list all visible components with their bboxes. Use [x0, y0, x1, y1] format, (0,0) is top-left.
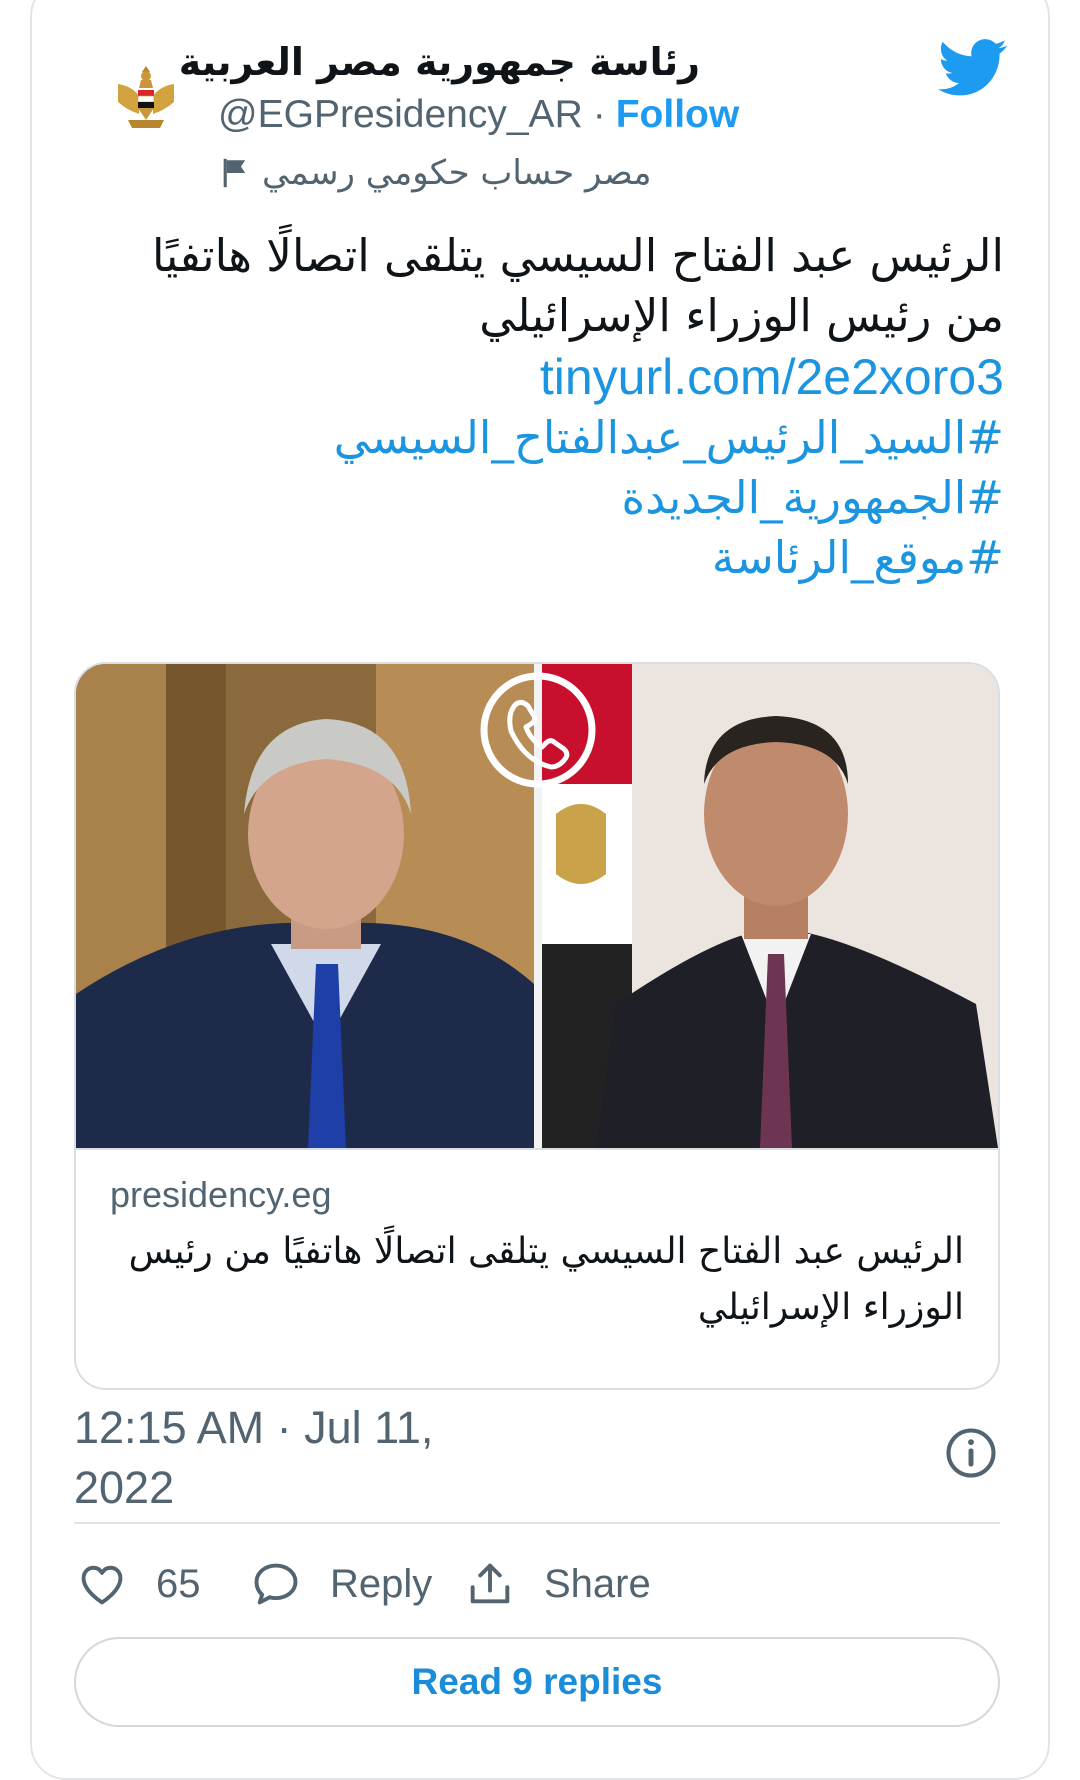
- share-button[interactable]: Share: [464, 1552, 651, 1616]
- timestamp-line: 2022: [74, 1462, 175, 1513]
- flag-icon: [223, 158, 246, 188]
- info-icon[interactable]: [944, 1426, 998, 1480]
- user-handle[interactable]: @EGPresidency_AR: [218, 93, 583, 137]
- link-card-title-line: الوزراء الإسرائيلي: [697, 1287, 964, 1328]
- display-name-row: رئاسة جمهورية مصر العربية: [179, 34, 700, 90]
- link-card-title-line: الرئيس عبد الفتاح السيسي يتلقى اتصالًا ه…: [128, 1231, 964, 1272]
- share-label: Share: [544, 1561, 651, 1606]
- hashtag-link[interactable]: #موقع_الرئاسة: [84, 528, 1004, 588]
- hashtag-link[interactable]: #السيد_الرئيس_عبدالفتاح_السيسي: [84, 408, 1004, 468]
- reply-button[interactable]: Reply: [250, 1552, 432, 1616]
- link-preview-card[interactable]: presidency.eg الرئيس عبد الفتاح السيسي ي…: [74, 662, 1000, 1390]
- government-account-label: مصر حساب حكومي رسمي: [262, 153, 652, 193]
- divider: [74, 1522, 1000, 1524]
- twitter-bird-icon[interactable]: [938, 38, 1008, 98]
- tweet-body: الرئيس عبد الفتاح السيسي يتلقى اتصالًا ه…: [84, 226, 1004, 588]
- tweet-text-line: الرئيس عبد الفتاح السيسي يتلقى اتصالًا ه…: [151, 229, 1004, 282]
- share-upload-icon: [470, 1563, 510, 1604]
- heart-icon: [81, 1565, 123, 1605]
- reply-bubble-icon: [254, 1563, 298, 1605]
- read-replies-button[interactable]: Read 9 replies: [74, 1637, 1000, 1727]
- timestamp-line: 12:15 AM · Jul 11,: [74, 1402, 434, 1453]
- link-card-domain: presidency.eg: [110, 1174, 332, 1215]
- egypt-eagle-emblem-icon: [118, 66, 174, 128]
- like-button[interactable]: 65: [76, 1552, 201, 1616]
- tweet-timestamp[interactable]: 12:15 AM · Jul 11, 2022: [74, 1398, 674, 1518]
- read-replies-label: Read 9 replies: [411, 1661, 663, 1702]
- display-name[interactable]: رئاسة جمهورية مصر العربية: [179, 40, 700, 84]
- link-card-title: الرئيس عبد الفتاح السيسي يتلقى اتصالًا ه…: [104, 1224, 964, 1336]
- link-preview-image: [76, 664, 998, 1150]
- hashtag-link[interactable]: #الجمهورية_الجديدة: [84, 468, 1004, 528]
- separator-dot: ·: [592, 93, 606, 136]
- like-count: 65: [156, 1561, 201, 1606]
- government-account-label-row: مصر حساب حكومي رسمي: [218, 146, 678, 200]
- tweet-link[interactable]: tinyurl.com/2e2xoro3: [84, 346, 1004, 408]
- handle-row: @EGPresidency_AR · Follow: [218, 88, 739, 142]
- tweet-text-line: من رئيس الوزراء الإسرائيلي: [479, 289, 1004, 342]
- reply-label: Reply: [330, 1561, 433, 1606]
- follow-button[interactable]: Follow: [616, 93, 739, 137]
